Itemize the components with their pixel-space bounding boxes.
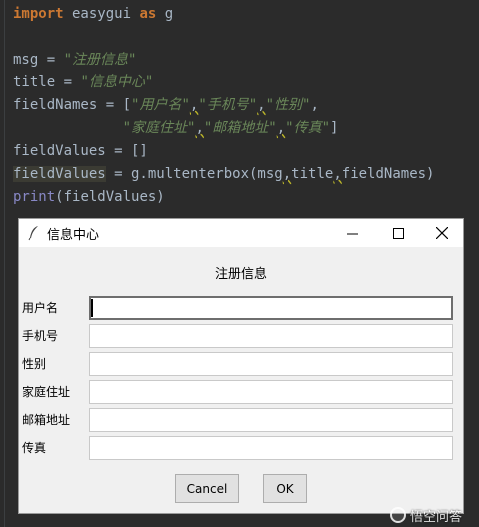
code-line-fieldnames[interactable]: fieldNames = ["用户名","手机号","性别", [13,94,319,116]
print-args: (fieldValues) [55,189,165,205]
code-line-title[interactable]: title = "信息中心" [13,71,153,93]
fieldname-string: "手机号" [198,97,258,113]
code-line-msg[interactable]: msg = "注册信息" [13,49,136,71]
maximize-icon [392,227,404,239]
phone-input[interactable] [89,324,453,348]
multenterbox-dialog: 信息中心 注册信息 用户名 手机号 性别 家庭住址 邮箱地址 传真 Cancel… [18,218,464,514]
code-line-import[interactable]: import easygui as g [13,3,173,25]
msg-string: "注册信息" [63,52,137,68]
title-arg: title [291,166,334,182]
field-label-phone: 手机号 [22,329,59,343]
keyword-import: import [13,6,64,22]
list-comma: , [310,97,319,113]
comma-warning: , [276,120,286,136]
comma-warning: , [282,166,292,182]
ok-button[interactable]: OK [263,474,307,503]
close-button[interactable] [419,219,465,247]
multenterbox-call: = g.multenterbox(msg [105,166,283,182]
print-builtin: print [13,189,56,205]
field-label-address: 家庭住址 [22,385,71,399]
msg-assignment: msg = [13,52,64,68]
minimize-icon [346,233,358,234]
fax-input[interactable] [89,436,453,460]
field-label-email: 邮箱地址 [22,413,71,427]
fieldnames-arg: fieldNames) [341,166,435,182]
keyword-as: as [139,6,157,22]
minimize-button[interactable] [329,219,375,247]
close-icon [436,227,448,239]
watermark-text: 悟空问答 [410,509,463,525]
fieldnames-assignment: fieldNames = [ [13,97,132,113]
watermark-logo-icon [390,507,406,523]
fieldname-string: "家庭住址" [122,120,196,136]
code-line-multenterbox[interactable]: fieldValues = g.multenterbox(msg,title,f… [13,163,434,185]
fieldname-string: "传真" [285,120,331,136]
code-line-fieldvalues-init[interactable]: fieldValues = [] [13,140,148,162]
fieldvalues-variable: fieldValues [13,166,106,182]
username-input[interactable] [89,296,453,320]
email-input[interactable] [89,408,453,432]
list-close: ] [330,120,339,136]
editor-gutter [4,0,5,527]
module-alias: g [156,6,174,22]
feather-icon [28,225,40,241]
comma-warning: , [333,166,342,182]
cancel-button[interactable]: Cancel [175,474,239,503]
maximize-button[interactable] [375,219,421,247]
comma-warning: , [195,120,204,136]
fieldname-string: "性别" [265,97,311,113]
dialog-titlebar[interactable]: 信息中心 [19,219,463,247]
fieldname-string: "邮箱地址" [203,120,277,136]
text-caret [91,299,93,317]
fieldname-string: "用户名" [131,97,190,113]
watermark: 悟空问答 [390,504,462,526]
code-line-fieldnames-cont[interactable]: "家庭住址","邮箱地址","传真"] [13,117,339,139]
dialog-message: 注册信息 [214,267,267,282]
comma-warning: , [257,97,266,113]
address-input[interactable] [89,380,453,404]
fieldvalues-init: fieldValues = [] [13,143,148,159]
field-label-gender: 性别 [22,357,47,371]
field-label-fax: 传真 [22,441,47,455]
gender-input[interactable] [89,352,453,376]
dialog-title: 信息中心 [47,228,100,243]
title-assignment: title = [13,74,81,90]
title-string: "信息中心" [80,74,154,90]
code-line-print[interactable]: print(fieldValues) [13,186,165,208]
field-label-username: 用户名 [22,301,59,315]
module-name: easygui [63,6,140,22]
